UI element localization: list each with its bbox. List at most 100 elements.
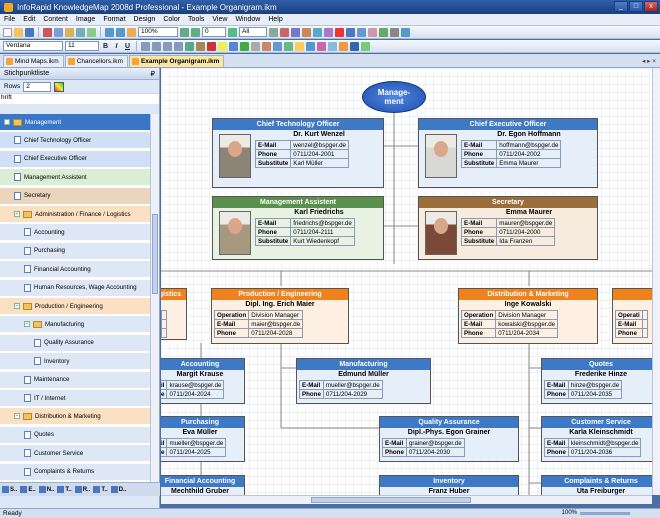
text-color-icon[interactable] [207,41,216,51]
menu-image[interactable]: Image [76,16,95,23]
collapse-toggle-icon[interactable]: − [4,119,10,125]
tree-item[interactable]: Inventory [0,353,150,371]
org-card-finacc[interactable]: Financial Accounting Mechthild Gruber [161,475,245,495]
link-icon[interactable] [291,27,300,37]
tree-item[interactable]: − Management [0,114,150,131]
rows-select[interactable]: 2 [23,81,52,92]
table-icon[interactable] [357,27,366,37]
org-card-manufacturing[interactable]: Manufacturing Edmund Müller E-Mail mueller@… [296,358,431,404]
menu-edit[interactable]: Edit [23,16,35,23]
copy-icon[interactable] [54,27,63,37]
zoom-slider[interactable] [580,511,630,515]
collapse-toggle-icon[interactable]: − [14,413,20,420]
font-size-select[interactable]: 11 [65,41,99,51]
save-icon[interactable] [25,27,34,37]
tree-scrollbar[interactable] [150,114,159,482]
zoom-out-icon[interactable] [191,27,200,37]
zoom-select[interactable]: 100% [138,27,178,37]
tree-item[interactable]: Chief Executive Officer [0,150,150,168]
grid-icon[interactable] [350,41,359,51]
zoom-in-icon[interactable] [180,27,189,37]
organigram-canvas[interactable]: Manage- ment Chief Technology Officer Dr.… [161,68,652,495]
delete-icon[interactable] [280,27,289,37]
bold-button[interactable]: B [101,43,110,50]
help-icon[interactable] [401,27,410,37]
tab-scroll-close-controls[interactable]: ◂ ▸ × [642,57,656,65]
tree-item[interactable]: Complaints & Returns [0,463,150,481]
menu-format[interactable]: Format [103,16,125,23]
tree-item[interactable]: Accounting [0,224,150,242]
menu-tools[interactable]: Tools [188,16,204,23]
connect-icon[interactable] [313,27,322,37]
color-picker-icon[interactable] [54,81,65,92]
italic-button[interactable]: I [112,43,121,50]
tree-item[interactable]: − Production / Engineering [0,298,150,315]
bottom-tab-6[interactable]: T.. [93,486,108,493]
management-root-node[interactable]: Manage- ment [362,81,426,113]
filter-icon[interactable] [228,27,237,37]
org-card-quotes[interactable]: Quotes Frederike Hinze E-Mail hinze@bspger.… [541,358,652,404]
arrow-icon[interactable] [302,27,311,37]
expand-icon[interactable] [269,27,278,37]
tree-item[interactable]: Quality Assurance [0,334,150,352]
underline-button[interactable]: U [123,43,132,50]
paste-icon[interactable] [65,27,74,37]
tab-chancellors[interactable]: Chancellors.ikm [64,55,128,67]
org-card-complaints[interactable]: Complaints & Returns Uta Freiburger [541,475,652,495]
bottom-tab-1[interactable]: S.. [2,486,17,493]
tab-mind-maps[interactable]: Mind Maps.ikm [3,55,64,67]
canvas-horizontal-scrollbar[interactable] [161,495,652,504]
tree-item[interactable]: Management Assistent [0,169,150,187]
tree-item[interactable]: Customer Service [0,445,150,463]
settings-icon[interactable] [390,27,399,37]
tree-item[interactable]: Secretary [0,187,150,205]
list-icon[interactable] [185,41,194,51]
bottom-tab-4[interactable]: T.. [57,486,72,493]
collapse-toggle-icon[interactable]: − [14,211,20,217]
bottom-tab-3[interactable]: N.. [38,486,54,493]
org-card-assist[interactable]: Management Assistent Karl Friedrichs E-Mai… [212,196,384,260]
undo-icon[interactable] [105,27,114,37]
line-style-icon[interactable] [251,41,260,51]
cut-icon[interactable] [43,27,52,37]
menu-window[interactable]: Window [235,16,260,23]
export-icon[interactable] [361,41,370,51]
redo-icon[interactable] [116,27,125,37]
minimize-button[interactable]: _ [614,1,628,12]
maximize-button[interactable]: □ [629,1,643,12]
menu-view[interactable]: View [212,16,227,23]
chart-icon[interactable] [368,27,377,37]
align-center-icon[interactable] [152,41,161,51]
filter-select[interactable]: All [239,27,267,37]
menu-color[interactable]: Color [163,16,180,23]
org-card-distribution[interactable]: Distribution & Marketing Inge Kowalski Ope… [458,288,598,344]
tree-item[interactable]: − Manufacturing [0,316,150,334]
new-file-icon[interactable] [3,27,12,37]
org-card-quality[interactable]: Quality Assurance Dipl.-Phys. Egon Graine… [379,416,519,462]
collapse-toggle-icon[interactable]: − [14,303,20,309]
org-card-accounting[interactable]: Accounting Margit Krause il krause@bspger.d… [161,358,245,404]
menu-design[interactable]: Design [134,16,156,23]
align-right-icon[interactable] [163,41,172,51]
shape-icon[interactable] [262,41,271,51]
menu-content[interactable]: Content [43,16,68,23]
org-card-cto[interactable]: Chief Technology Officer Dr. Kurt Wenzel E… [212,118,384,188]
arrange-icon[interactable] [306,41,315,51]
mindmap-icon[interactable] [324,27,333,37]
tree-item[interactable]: Chief Technology Officer [0,132,150,150]
bottom-tab-2[interactable]: E.. [20,486,36,493]
collapse-toggle-icon[interactable]: − [24,321,30,328]
justify-icon[interactable] [174,41,183,51]
bottom-tab-5[interactable]: R.. [74,486,90,493]
preview-icon[interactable] [87,27,96,37]
image-icon[interactable] [295,41,304,51]
open-folder-icon[interactable] [14,27,23,37]
bottom-tab-7[interactable]: D.. [110,486,126,493]
ellipse-icon[interactable] [284,41,293,51]
org-card-right-partial[interactable]: Operati E-Mail Phone [612,288,652,344]
group-icon[interactable] [317,41,326,51]
pin-icon[interactable]: ₽ [151,70,155,78]
tree-item[interactable]: Quotes [0,426,150,444]
indent-icon[interactable] [196,41,205,51]
highlight-icon[interactable] [339,41,348,51]
